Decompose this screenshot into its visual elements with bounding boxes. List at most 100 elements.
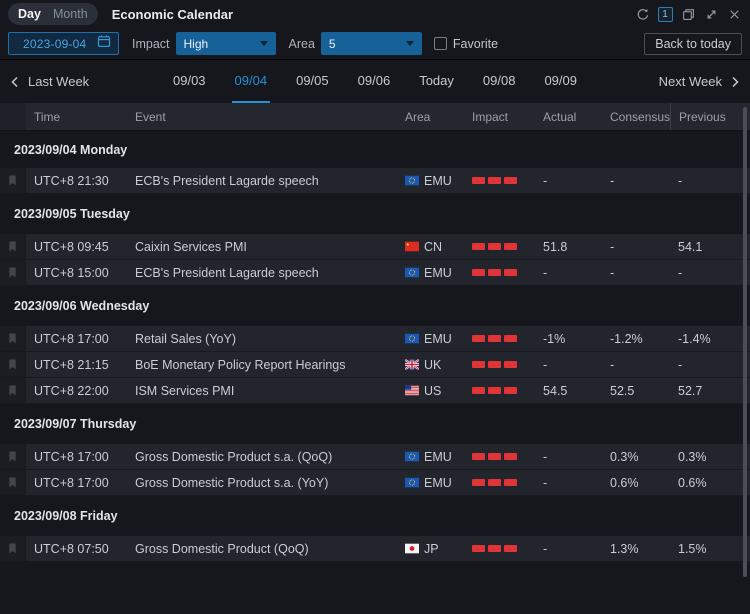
view-mode-toggle[interactable]: Day Month [8,3,98,25]
group-date-label: 2023/09/05 Tuesday [14,207,130,221]
event-time: UTC+8 22:00 [26,384,127,398]
event-row[interactable]: UTC+8 09:45 Caixin Services PMI CN 51.8 … [0,234,750,260]
bookmark-cell[interactable] [0,326,26,351]
consensus-value: 1.3% [602,542,670,556]
bookmark-cell[interactable] [0,470,26,495]
toggle-month[interactable]: Month [53,7,88,21]
date-picker[interactable]: 2023-09-04 [8,32,119,55]
bookmark-cell[interactable] [0,168,26,193]
refresh-icon[interactable] [634,6,650,22]
eu-flag-icon [405,267,419,278]
bookmark-icon [6,240,19,253]
impact-bar [504,361,517,368]
actual-value: - [535,358,602,372]
area-label: UK [424,358,441,372]
column-header-area: Area [397,103,464,130]
event-row[interactable]: UTC+8 21:30 ECB's President Lagarde spee… [0,168,750,194]
area-label: EMU [424,476,452,490]
bookmark-icon [6,358,19,371]
eu-flag-icon [405,175,419,186]
event-row[interactable]: UTC+8 22:00 ISM Services PMI US 54.5 52.… [0,378,750,404]
previous-value: 0.3% [670,450,750,464]
column-header-actual: Actual [535,103,602,130]
week-date-tab[interactable]: 09/05 [293,60,332,103]
favorite-filter[interactable]: Favorite [434,37,498,51]
consensus-value: -1.2% [602,332,670,346]
vertical-scrollbar[interactable] [743,107,747,577]
date-group-header: 2023/09/07 Thursday [0,404,750,444]
event-row[interactable]: UTC+8 17:00 Gross Domestic Product s.a. … [0,444,750,470]
expand-icon[interactable] [703,6,719,22]
impact-bars [464,335,535,342]
favorite-checkbox[interactable] [434,37,447,50]
bookmark-cell[interactable] [0,378,26,403]
event-name: Gross Domestic Product (QoQ) [127,542,397,556]
window-controls: 1 [634,6,742,22]
previous-value: -1.4% [670,332,750,346]
impact-bars [464,243,535,250]
table-header: Time Event Area Impact Actual Consensus … [0,103,750,131]
title-bar: Day Month Economic Calendar 1 [0,0,750,28]
area-label: EMU [424,174,452,188]
event-row[interactable]: UTC+8 17:00 Retail Sales (YoY) EMU -1% -… [0,326,750,352]
impact-bar [488,387,501,394]
area-select[interactable]: 5 [321,32,422,55]
bookmark-cell[interactable] [0,352,26,377]
tab-count-badge[interactable]: 1 [657,6,673,22]
next-week-button[interactable]: Next Week [659,74,740,89]
area-label: EMU [424,266,452,280]
event-row[interactable]: UTC+8 17:00 Gross Domestic Product s.a. … [0,470,750,496]
previous-value: 1.5% [670,542,750,556]
actual-value: - [535,174,602,188]
event-row[interactable]: UTC+8 07:50 Gross Domestic Product (QoQ)… [0,536,750,562]
eu-flag-icon [405,451,419,462]
area-cell: US [397,384,464,398]
area-cell: JP [397,542,464,556]
consensus-value: 0.6% [602,476,670,490]
impact-bar [488,361,501,368]
area-label: EMU [424,332,452,346]
event-time: UTC+8 17:00 [26,476,127,490]
bookmark-cell[interactable] [0,260,26,285]
restore-window-icon[interactable] [680,6,696,22]
area-cell: UK [397,358,464,372]
date-group-header: 2023/09/04 Monday [0,131,750,168]
event-time: UTC+8 21:30 [26,174,127,188]
event-row[interactable]: UTC+8 21:15 BoE Monetary Policy Report H… [0,352,750,378]
impact-bar [488,243,501,250]
column-header-time: Time [26,103,127,130]
area-filter-label: Area [289,37,315,51]
back-to-today-button[interactable]: Back to today [644,33,742,55]
impact-bar [488,269,501,276]
week-date-tab[interactable]: Today [416,60,457,103]
impact-bar [472,545,485,552]
impact-bars [464,269,535,276]
bookmark-cell[interactable] [0,234,26,259]
event-row[interactable]: UTC+8 15:00 ECB's President Lagarde spee… [0,260,750,286]
week-date-tab[interactable]: 09/08 [480,60,519,103]
impact-bar [488,177,501,184]
toggle-day[interactable]: Day [18,7,41,21]
consensus-value: - [602,240,670,254]
week-date-tab[interactable]: 09/06 [355,60,394,103]
eu-flag-icon [405,333,419,344]
week-date-tab[interactable]: 09/09 [541,60,580,103]
bookmark-cell[interactable] [0,444,26,469]
impact-bar [488,545,501,552]
favorite-label: Favorite [453,37,498,51]
impact-select[interactable]: High [176,32,276,55]
actual-value: -1% [535,332,602,346]
group-date-label: 2023/09/04 Monday [14,143,127,157]
impact-bars [464,387,535,394]
impact-bar [504,269,517,276]
bookmark-cell[interactable] [0,536,26,561]
week-date-tab[interactable]: 09/04 [232,60,271,103]
last-week-button[interactable]: Last Week [10,74,89,89]
week-date-tab[interactable]: 09/03 [170,60,209,103]
impact-bar [488,453,501,460]
close-icon[interactable] [726,6,742,22]
column-header-previous: Previous [670,103,750,130]
actual-value: - [535,542,602,556]
group-date-label: 2023/09/08 Friday [14,509,118,523]
area-label: US [424,384,441,398]
